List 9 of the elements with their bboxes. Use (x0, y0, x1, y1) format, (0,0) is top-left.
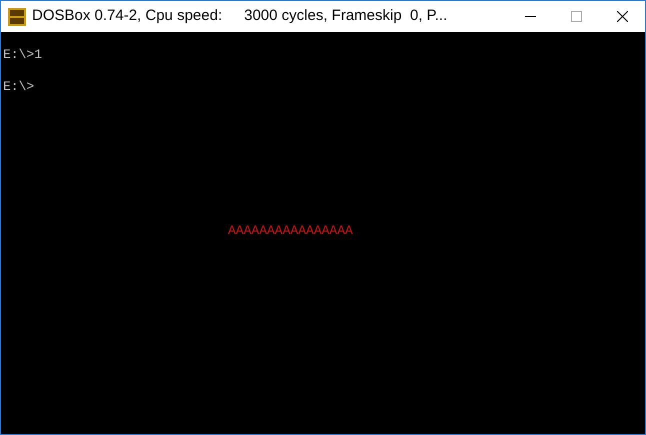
console-line: E:\>1 (3, 47, 44, 63)
console-output: AAAAAAAAAAAAAAAA (228, 223, 353, 238)
maximize-icon (570, 11, 582, 22)
minimize-icon (524, 16, 536, 17)
app-icon (8, 8, 26, 26)
window-title: DOSBox 0.74-2, Cpu speed: (32, 6, 222, 26)
console-line: E:\> (3, 79, 36, 95)
window-status: 3000 cycles, Frameskip 0, P... (244, 6, 448, 26)
close-icon (616, 11, 628, 22)
